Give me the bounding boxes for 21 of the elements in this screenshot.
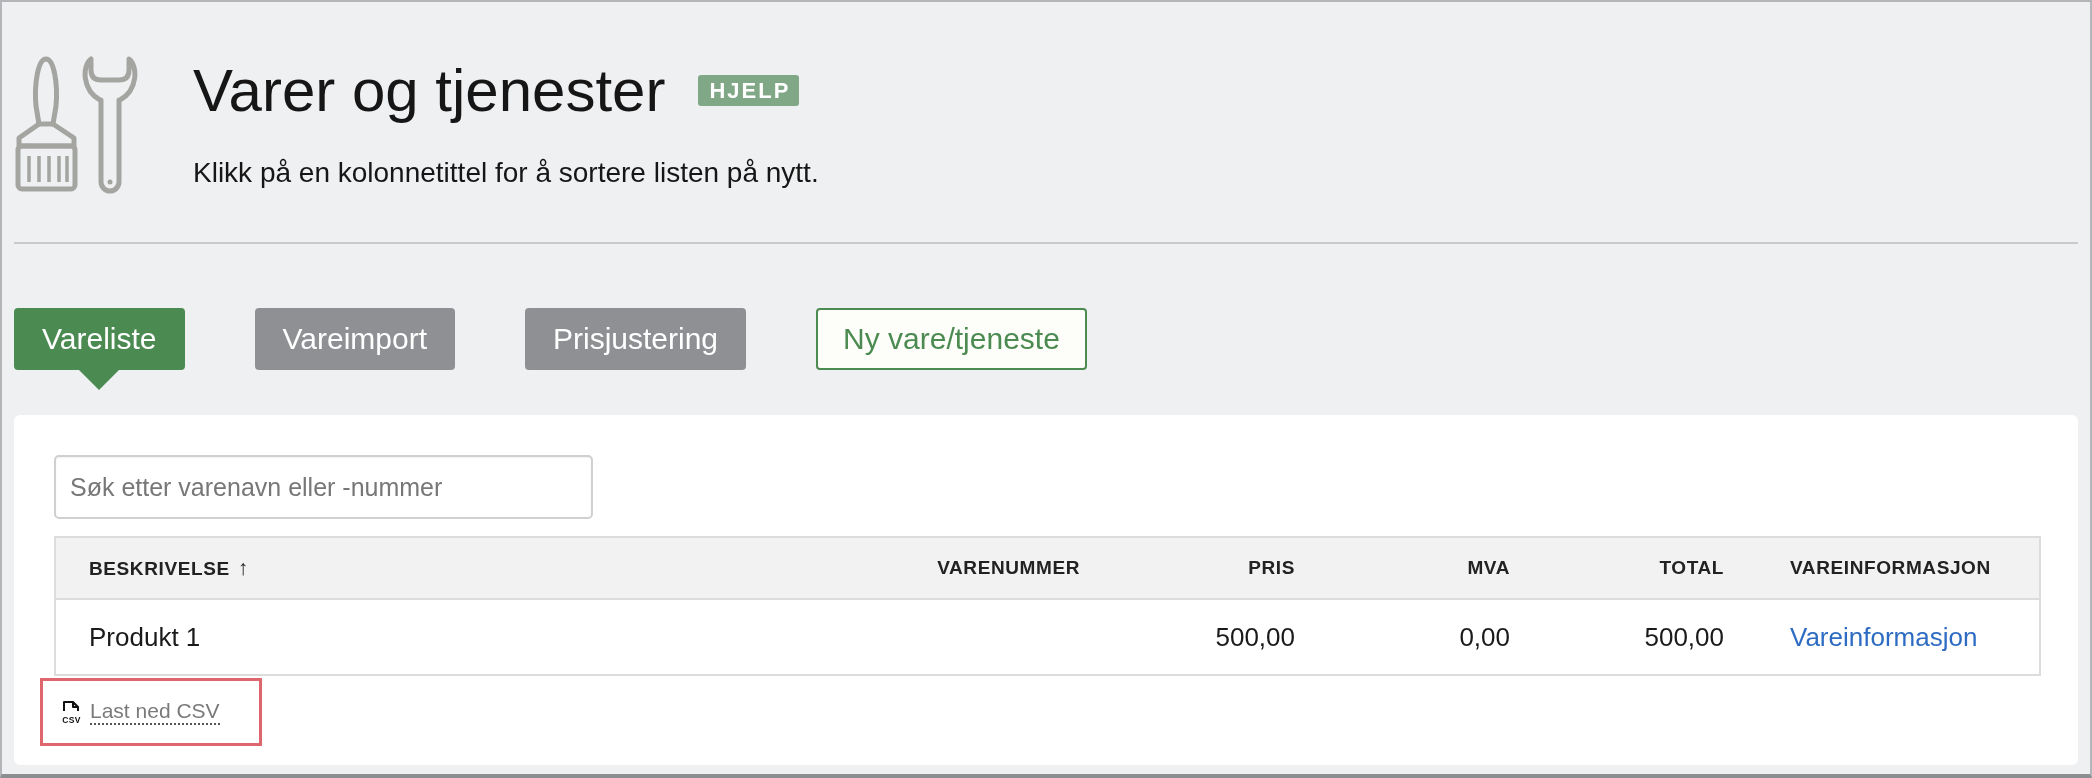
table-cell: 0,00: [1317, 599, 1532, 675]
paintbrush-icon: [14, 56, 79, 192]
new-item-button[interactable]: Ny vare/tjeneste: [816, 308, 1087, 370]
column-header[interactable]: TOTAL: [1659, 556, 1724, 578]
search-field[interactable]: Søk etter varenavn eller -nummer: [54, 455, 593, 519]
tab-pointer-icon: [79, 370, 120, 390]
download-csv-link[interactable]: Last ned CSV: [90, 699, 220, 725]
table-cell: 500,00: [1102, 599, 1317, 675]
wrench-icon: [82, 56, 138, 195]
tab[interactable]: Vareliste: [14, 308, 185, 370]
page-subtitle: Klikk på en kolonnetittel for å sortere listen på nytt.: [193, 156, 819, 190]
column-header[interactable]: MVA: [1467, 556, 1510, 578]
column-header[interactable]: VARENUMMER: [937, 556, 1080, 578]
page-title: Varer og tjenester: [193, 58, 666, 124]
table-cell: 500,00: [1532, 599, 1746, 675]
column-header[interactable]: PRIS: [1248, 556, 1295, 578]
column-header[interactable]: BESKRIVELSE: [89, 558, 230, 580]
product-info-link[interactable]: Vareinformasjon: [1790, 621, 1978, 652]
column-header[interactable]: VAREINFORMASJON: [1790, 556, 1991, 578]
sort-indicator[interactable]: ↑: [237, 556, 249, 580]
table-cell: Produkt 1: [55, 599, 881, 675]
